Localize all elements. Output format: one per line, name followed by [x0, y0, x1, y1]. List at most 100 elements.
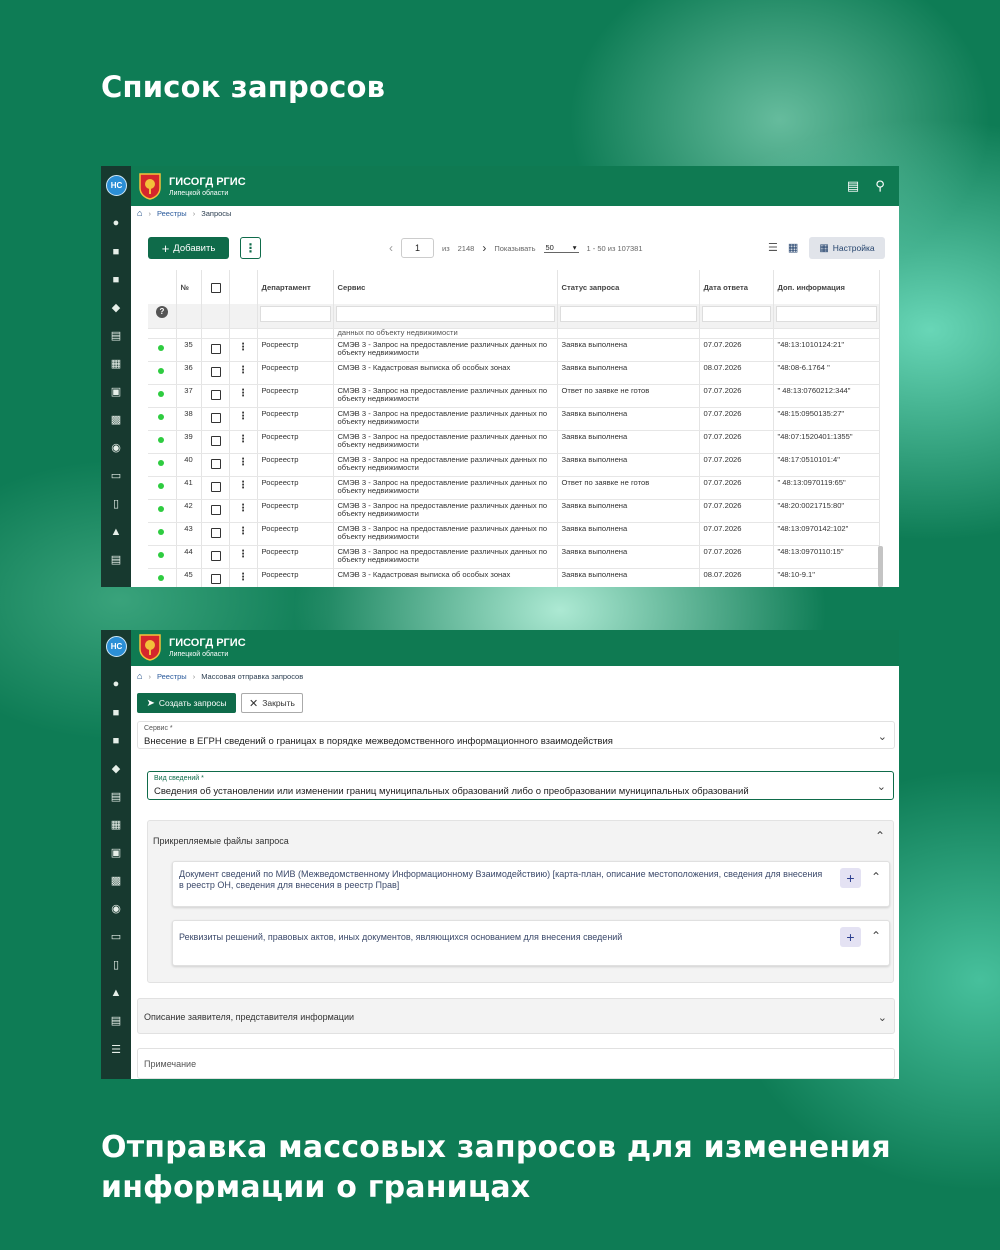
table-scrollbar[interactable] [878, 546, 883, 587]
note-field[interactable]: Примечание [137, 1048, 895, 1079]
page-input[interactable]: 1 [401, 238, 434, 258]
document-icon[interactable]: ▩ [110, 414, 122, 426]
column-header-info[interactable]: Доп. информация [773, 270, 880, 304]
row-menu-icon[interactable]: ⋮ [234, 525, 253, 539]
search-icon[interactable]: ⚲ [873, 179, 887, 193]
avatar[interactable]: НС [106, 636, 127, 657]
inbox-icon[interactable]: ▯ [110, 498, 122, 510]
row-checkbox[interactable] [210, 504, 221, 515]
bell-icon[interactable]: ▲ [110, 526, 122, 538]
row-menu-icon[interactable]: ⋮ [234, 479, 253, 493]
row-menu-icon[interactable]: ⋮ [234, 433, 253, 447]
breadcrumb-item[interactable]: Реестры [157, 672, 187, 681]
settings-button[interactable]: ▦ Настройка [809, 237, 885, 259]
row-menu-icon[interactable]: ⋮ [234, 571, 253, 585]
row-checkbox[interactable] [210, 550, 221, 561]
id-card-icon[interactable]: ▣ [110, 847, 122, 859]
row-menu-icon[interactable]: ⋮ [234, 364, 253, 378]
bell-icon[interactable]: ● [110, 678, 122, 690]
info-filter-input[interactable] [775, 306, 877, 322]
create-requests-button[interactable]: ➤ Создать запросы [137, 693, 236, 713]
row-menu-icon[interactable]: ⋮ [234, 456, 253, 470]
map-pin-icon[interactable]: ◉ [110, 442, 122, 454]
row-checkbox[interactable] [210, 573, 221, 584]
list-view-icon[interactable]: ☰ [768, 241, 778, 254]
service-filter-input[interactable] [335, 306, 555, 322]
map-pin-icon[interactable]: ◉ [110, 903, 122, 915]
grid-view-icon[interactable]: ▦ [788, 241, 798, 254]
row-checkbox[interactable] [210, 389, 221, 400]
service-select[interactable]: Сервис * Внесение в ЕГРН сведений о гран… [137, 721, 895, 749]
applicant-section[interactable]: Описание заявителя, представителя информ… [137, 998, 895, 1034]
id-card-icon[interactable]: ▣ [110, 386, 122, 398]
document-icon[interactable]: ▩ [110, 875, 122, 887]
prev-page-icon[interactable]: ‹ [389, 241, 393, 255]
table-row[interactable]: 43 ⋮ Росреестр СМЭВ 3 - Запрос на предостав… [148, 522, 880, 546]
info-kind-select[interactable]: Вид сведений * Сведения об установлении … [147, 771, 894, 800]
table-row[interactable]: 35 ⋮ Росреестр СМЭВ 3 - Запрос на предостав… [148, 338, 880, 362]
home-icon[interactable]: ⌂ [137, 671, 142, 681]
table-row[interactable]: 44 ⋮ Росреестр СМЭВ 3 - Запрос на предостав… [148, 545, 880, 569]
column-header-date[interactable]: Дата ответа [699, 270, 774, 304]
column-header-status[interactable]: Статус запроса [557, 270, 700, 304]
row-menu-icon[interactable]: ⋮ [234, 410, 253, 424]
breadcrumb-item[interactable]: Реестры [157, 209, 187, 218]
folder-icon[interactable]: ■ [110, 735, 122, 747]
inbox-icon[interactable]: ▯ [110, 959, 122, 971]
open-folder-icon[interactable]: ▭ [110, 931, 122, 943]
chevron-up-icon[interactable]: ⌃ [871, 929, 881, 943]
chevron-up-icon[interactable]: ⌃ [871, 870, 881, 884]
bell-icon[interactable]: ▲ [110, 987, 122, 999]
dept-filter-input[interactable] [259, 306, 331, 322]
registry-icon[interactable]: ▤ [110, 330, 122, 342]
table-row[interactable]: 40 ⋮ Росреестр СМЭВ 3 - Запрос на предостав… [148, 453, 880, 477]
row-checkbox[interactable] [210, 458, 221, 469]
add-file-button[interactable]: + [840, 927, 861, 947]
row-menu-icon[interactable]: ⋮ [234, 502, 253, 516]
monitor-icon[interactable]: ▤ [110, 1015, 122, 1027]
row-checkbox[interactable] [210, 412, 221, 423]
column-header-service[interactable]: Сервис [333, 270, 558, 304]
row-menu-icon[interactable]: ⋮ [234, 341, 253, 355]
list-icon[interactable]: ☰ [110, 1044, 122, 1056]
table-row[interactable]: 38 ⋮ Росреестр СМЭВ 3 - Запрос на предостав… [148, 407, 880, 431]
column-header-dept[interactable]: Департамент [257, 270, 334, 304]
row-menu-icon[interactable]: ⋮ [234, 548, 253, 562]
table-row[interactable]: 45 ⋮ Росреестр СМЭВ 3 - Кадастровая выписка… [148, 568, 880, 587]
add-button[interactable]: + Добавить [148, 237, 229, 259]
row-checkbox[interactable] [210, 481, 221, 492]
shield-icon[interactable]: ◆ [110, 302, 122, 314]
select-all-checkbox[interactable] [210, 282, 221, 293]
add-file-button[interactable]: + [840, 868, 861, 888]
table-row[interactable]: 37 ⋮ Росреестр СМЭВ 3 - Запрос на предостав… [148, 384, 880, 408]
open-folder-icon[interactable]: ▭ [110, 470, 122, 482]
next-page-icon[interactable]: › [482, 241, 486, 255]
avatar[interactable]: НС [106, 175, 127, 196]
folder-icon[interactable]: ■ [110, 246, 122, 258]
chevron-up-icon[interactable]: ⌃ [875, 829, 885, 843]
monitor-icon[interactable]: ▤ [110, 554, 122, 566]
building-icon[interactable]: ▦ [110, 358, 122, 370]
registry-icon[interactable]: ▤ [110, 791, 122, 803]
table-view-icon[interactable]: ▤ [846, 179, 860, 193]
row-checkbox[interactable] [210, 527, 221, 538]
building-icon[interactable]: ▦ [110, 819, 122, 831]
help-icon[interactable]: ? [156, 306, 168, 318]
home-icon[interactable]: ⌂ [137, 208, 142, 218]
page-size-select[interactable]: 50 ▾ [543, 243, 579, 253]
date-filter-input[interactable] [701, 306, 771, 322]
column-header-num[interactable]: № [176, 270, 202, 304]
row-checkbox[interactable] [210, 343, 221, 354]
table-row[interactable]: 36 ⋮ Росреестр СМЭВ 3 - Кадастровая выписка… [148, 361, 880, 385]
row-checkbox[interactable] [210, 366, 221, 377]
table-row[interactable]: 39 ⋮ Росреестр СМЭВ 3 - Запрос на предостав… [148, 430, 880, 454]
table-row[interactable]: 42 ⋮ Росреестр СМЭВ 3 - Запрос на предостав… [148, 499, 880, 523]
folder-icon[interactable]: ■ [110, 707, 122, 719]
row-menu-icon[interactable]: ⋮ [234, 387, 253, 401]
table-row[interactable]: 41 ⋮ Росреестр СМЭВ 3 - Запрос на предостав… [148, 476, 880, 500]
row-checkbox[interactable] [210, 435, 221, 446]
bell-icon[interactable]: ● [110, 217, 122, 229]
more-actions-button[interactable]: ⋮ [240, 237, 261, 259]
folder-icon[interactable]: ■ [110, 274, 122, 286]
shield-icon[interactable]: ◆ [110, 763, 122, 775]
